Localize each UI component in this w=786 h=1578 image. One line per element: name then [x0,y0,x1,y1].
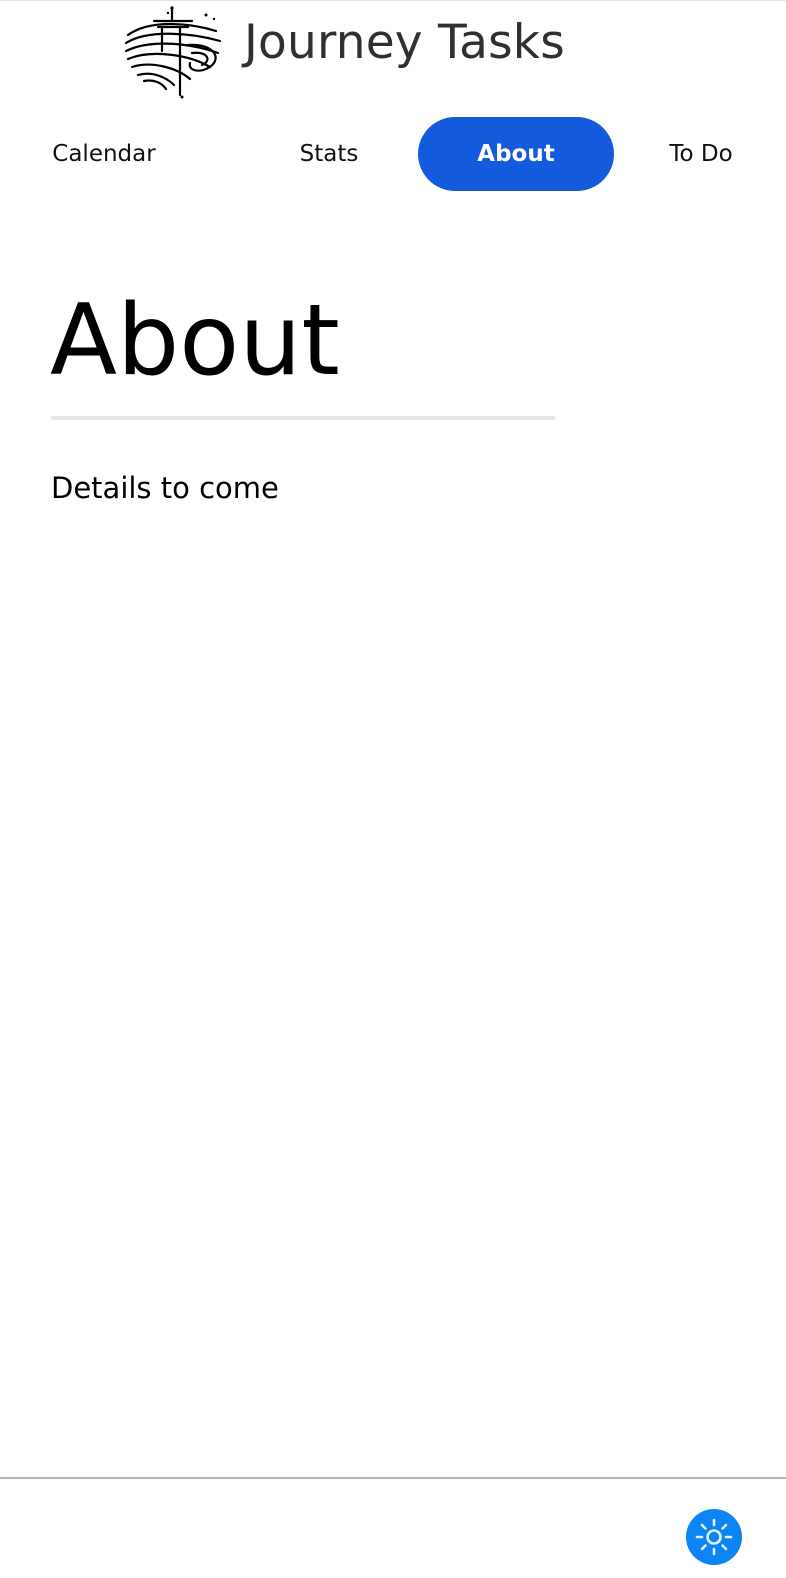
title-divider [51,416,555,420]
app-footer [0,1477,786,1578]
page-title: About [50,284,340,398]
journey-tasks-logo-icon [120,5,226,99]
theme-toggle-button[interactable] [686,1509,742,1565]
nav-item-to-do[interactable]: To Do [660,117,742,191]
app-title: Journey Tasks [244,15,565,70]
page-body-text: Details to come [51,471,279,505]
nav-item-about[interactable]: About [418,117,614,191]
nav-item-calendar[interactable]: Calendar [40,117,168,191]
app-header: Journey Tasks [0,1,786,101]
page: Journey Tasks Calendar Stats About To Do… [0,0,786,1578]
sun-icon [695,1518,733,1556]
nav-item-stats[interactable]: Stats [286,117,372,191]
main-nav: Calendar Stats About To Do [0,117,786,191]
